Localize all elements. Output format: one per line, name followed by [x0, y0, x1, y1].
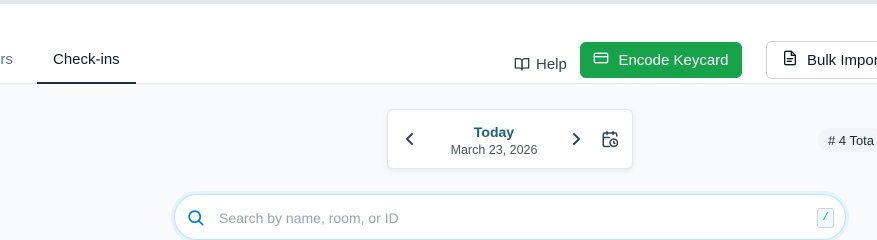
header: ers Check-ins Help Encode Keycard [0, 4, 877, 84]
chevron-right-icon[interactable] [570, 132, 582, 151]
encode-keycard-label: Encode Keycard [618, 51, 729, 69]
tab-previous[interactable]: ers [0, 51, 13, 68]
total-count-label: # 4 Tota [828, 132, 875, 148]
tab-active-underline [37, 82, 136, 84]
file-import-icon [783, 50, 797, 70]
total-count-badge: # 4 Tota [818, 128, 877, 152]
tab-check-ins[interactable]: Check-ins [53, 51, 120, 68]
calendar-clock-icon[interactable] [601, 130, 619, 153]
search-icon [186, 208, 205, 232]
book-open-icon [514, 56, 530, 72]
search-shortcut-key: / [817, 208, 834, 228]
bulk-import-button[interactable]: Bulk Impor [766, 41, 877, 79]
date-full-label: March 23, 2026 [450, 143, 538, 157]
search-input[interactable] [219, 207, 779, 229]
bulk-import-label: Bulk Impor [807, 51, 877, 69]
keycard-icon [593, 51, 609, 69]
date-today-label: Today [473, 124, 515, 140]
search-bar: / [174, 194, 846, 240]
help-button[interactable]: Help [514, 50, 567, 78]
help-label: Help [536, 55, 567, 73]
encode-keycard-button[interactable]: Encode Keycard [580, 42, 742, 78]
date-navigator: Today March 23, 2026 [387, 109, 633, 169]
